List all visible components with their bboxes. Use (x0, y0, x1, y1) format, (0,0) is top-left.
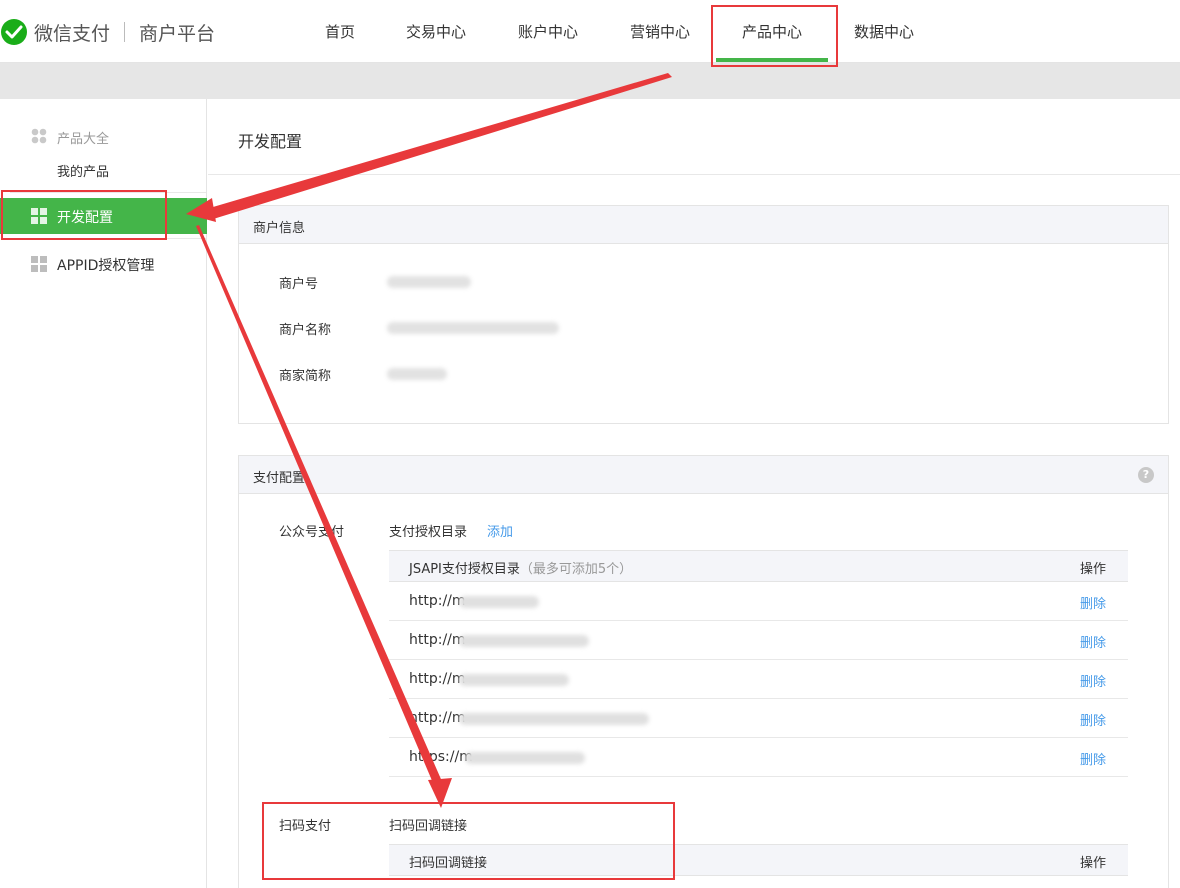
sidebar-group-title: 产品大全 (57, 132, 110, 147)
sidebar-item-my-products[interactable]: 我的产品 (57, 161, 109, 180)
delete-link[interactable]: 删除 (1080, 671, 1106, 690)
jsapi-section-label: 公众号支付 (279, 525, 345, 540)
merchant-short-name-label: 商家简称 (279, 369, 332, 384)
table-row: http://m 删除 (389, 621, 1128, 660)
panel-title: 支付配置 (253, 471, 306, 486)
delete-link[interactable]: 删除 (1080, 593, 1106, 612)
auth-dir-url-redacted (459, 674, 569, 686)
table-row: http://m 删除 (389, 699, 1128, 738)
add-auth-dir-link[interactable]: 添加 (487, 521, 513, 540)
auth-dir-url: http://m (409, 710, 466, 726)
table-row: https://m 删除 (389, 738, 1128, 777)
nav-home[interactable]: 首页 (310, 0, 370, 63)
merchant-name-value (387, 322, 559, 334)
wechat-pay-icon (0, 18, 28, 46)
annotation-box-dev-config (1, 190, 167, 240)
merchant-id-label: 商户号 (279, 277, 319, 292)
delete-link[interactable]: 删除 (1080, 710, 1106, 729)
page-title: 开发配置 (238, 132, 303, 151)
brand-separator (124, 22, 126, 42)
operation-column-header: 操作 (1079, 856, 1106, 871)
jsapi-table-header: JSAPI支付授权目录（最多可添加5个） 操作 (389, 550, 1128, 582)
operation-column-header: 操作 (1079, 562, 1106, 577)
auth-dir-url: http://m (409, 632, 466, 648)
title-divider (208, 174, 1180, 175)
nav-transactions[interactable]: 交易中心 (396, 0, 476, 63)
nav-account[interactable]: 账户中心 (508, 0, 588, 63)
auth-dir-url: https://m (409, 749, 473, 765)
auth-dir-url-redacted (465, 752, 585, 764)
panel-header: 支付配置 ? (239, 456, 1168, 494)
grid-icon (31, 256, 47, 272)
delete-link[interactable]: 删除 (1080, 632, 1106, 651)
panel-title: 商户信息 (253, 221, 306, 236)
nav-marketing[interactable]: 营销中心 (620, 0, 700, 63)
auth-dir-url: http://m (409, 593, 466, 609)
auth-dir-url-redacted (459, 713, 649, 725)
auth-dir-label: 支付授权目录 (389, 525, 468, 540)
brand-name: 微信支付 (34, 22, 111, 45)
auth-dir-url-redacted (459, 635, 589, 647)
table-row: http://m 删除 (389, 660, 1128, 699)
delete-link[interactable]: 删除 (1080, 749, 1106, 768)
table-row: http://m 删除 (389, 582, 1128, 621)
annotation-box-scan-pay (262, 802, 675, 880)
merchant-name-label: 商户名称 (279, 323, 332, 338)
brand-logo[interactable]: 微信支付 商户平台 (0, 18, 215, 46)
apps-icon (31, 128, 47, 144)
annotation-box-products-nav (711, 5, 838, 67)
top-header: 微信支付 商户平台 首页 交易中心 账户中心 营销中心 产品中心 数据中心 (0, 0, 1180, 63)
jsapi-column-header: JSAPI支付授权目录（最多可添加5个） (409, 562, 633, 577)
auth-dir-url-redacted (459, 596, 539, 608)
platform-name: 商户平台 (139, 22, 216, 45)
auth-dir-url: http://m (409, 671, 466, 687)
nav-data[interactable]: 数据中心 (844, 0, 924, 63)
panel-header: 商户信息 (239, 206, 1168, 244)
sidebar-item-label: APPID授权管理 (57, 258, 155, 274)
merchant-short-name-value (387, 368, 447, 380)
sidebar-item-appid[interactable]: APPID授权管理 (0, 246, 207, 282)
merchant-info-panel: 商户信息 商户号 商户名称 商家简称 (238, 205, 1169, 424)
help-icon[interactable]: ? (1138, 467, 1154, 483)
merchant-id-value (387, 276, 471, 288)
header-band (0, 63, 1180, 99)
